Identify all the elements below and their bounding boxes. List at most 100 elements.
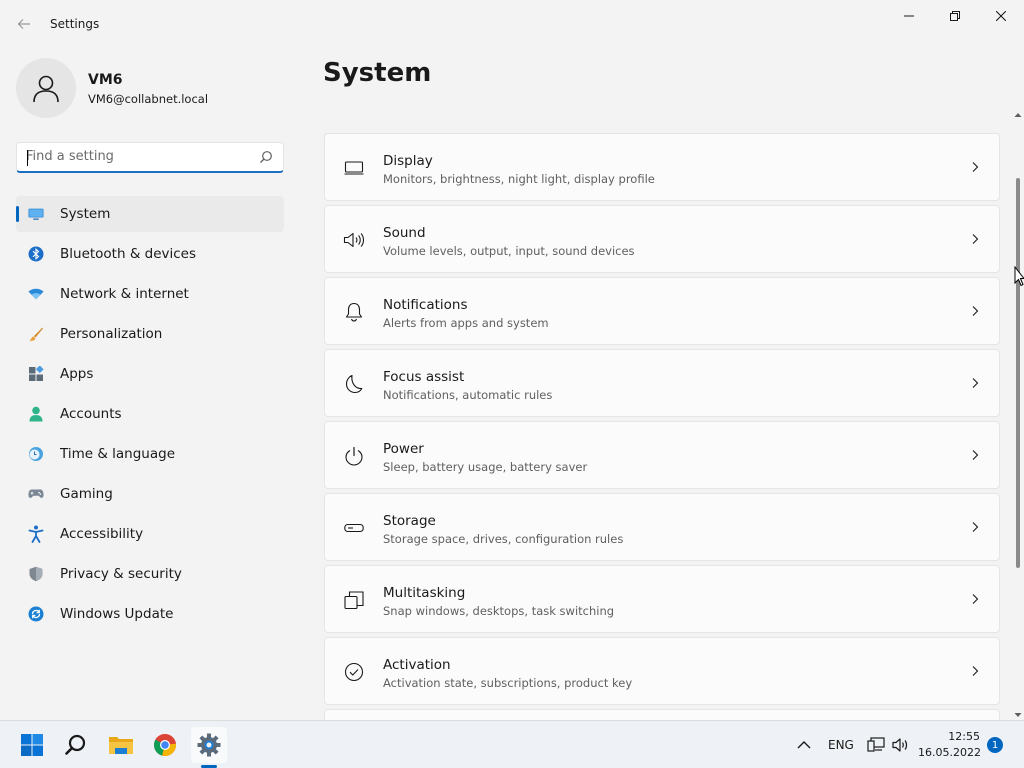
- card-title: Storage: [383, 513, 436, 529]
- minimize-icon: [904, 15, 914, 17]
- sidebar-item-windows-update[interactable]: Windows Update: [16, 596, 284, 632]
- card-subtitle: Notifications, automatic rules: [383, 388, 553, 402]
- network-status-icon[interactable]: [867, 736, 885, 754]
- scroll-down-arrow-icon[interactable]: [1014, 710, 1022, 720]
- sidebar-item-time-language[interactable]: Time & language: [16, 436, 284, 472]
- minimize-button[interactable]: [886, 0, 932, 32]
- back-arrow-icon: [17, 19, 30, 29]
- start-icon: [21, 734, 43, 756]
- chrome-icon: [154, 734, 177, 757]
- chevron-right-icon: [972, 594, 979, 604]
- sidebar-item-apps[interactable]: Apps: [16, 356, 284, 392]
- sidebar-item-network[interactable]: Network & internet: [16, 276, 284, 312]
- chevron-right-icon: [972, 234, 979, 244]
- user-name: VM6: [88, 72, 123, 88]
- windows-update-icon: [28, 606, 44, 622]
- card-activation[interactable]: Activation Activation state, subscriptio…: [324, 637, 1000, 705]
- sidebar-item-label: Network & internet: [60, 286, 189, 302]
- card-subtitle: Alerts from apps and system: [383, 316, 549, 330]
- clock-time[interactable]: 12:55: [918, 730, 980, 743]
- sidebar-item-label: Gaming: [60, 486, 113, 502]
- card-multitasking[interactable]: Multitasking Snap windows, desktops, tas…: [324, 565, 1000, 633]
- card-title: Multitasking: [383, 585, 466, 601]
- close-button[interactable]: [978, 0, 1024, 32]
- title-bar: Settings: [0, 0, 1024, 48]
- card-storage[interactable]: Storage Storage space, drives, configura…: [324, 493, 1000, 561]
- monitor-icon: [343, 157, 365, 179]
- start-button[interactable]: [14, 727, 50, 763]
- vertical-scrollbar[interactable]: [1012, 110, 1024, 720]
- back-button[interactable]: [12, 12, 36, 36]
- accessibility-icon: [28, 525, 44, 543]
- shield-icon: [28, 566, 44, 582]
- card-subtitle: Monitors, brightness, night light, displ…: [383, 172, 655, 186]
- brush-icon: [28, 326, 44, 342]
- card-focus-assist[interactable]: Focus assist Notifications, automatic ru…: [324, 349, 1000, 417]
- time-language-icon: [28, 446, 44, 462]
- settings-card-list: Display Monitors, brightness, night ligh…: [324, 133, 1000, 720]
- avatar[interactable]: [16, 58, 76, 118]
- chevron-up-icon[interactable]: [795, 737, 813, 753]
- chevron-right-icon: [972, 522, 979, 532]
- notification-count-badge[interactable]: 1: [987, 737, 1003, 753]
- language-indicator[interactable]: ENG: [828, 738, 854, 752]
- card-display[interactable]: Display Monitors, brightness, night ligh…: [324, 133, 1000, 201]
- chrome-button[interactable]: [147, 727, 183, 763]
- clock-date[interactable]: 16.05.2022: [918, 746, 981, 759]
- file-explorer-icon: [109, 737, 133, 754]
- sidebar-item-label: System: [60, 206, 111, 222]
- search-icon: [65, 734, 86, 755]
- bluetooth-icon: [28, 246, 44, 262]
- sidebar-item-privacy-security[interactable]: Privacy & security: [16, 556, 284, 592]
- card-title: Focus assist: [383, 369, 465, 385]
- power-icon: [343, 445, 365, 467]
- sidebar-item-accessibility[interactable]: Accessibility: [16, 516, 284, 552]
- maximize-button[interactable]: [932, 0, 978, 32]
- user-email: VM6@collabnet.local: [88, 92, 209, 106]
- multitasking-icon: [343, 589, 365, 611]
- card-partial[interactable]: [324, 709, 1000, 720]
- network-icon: [28, 286, 44, 302]
- sidebar-item-label: Windows Update: [60, 606, 174, 622]
- mouse-pointer-icon: [1014, 266, 1024, 287]
- card-sound[interactable]: Sound Volume levels, output, input, soun…: [324, 205, 1000, 273]
- search-input[interactable]: [26, 149, 246, 164]
- text-caret: [27, 150, 28, 166]
- chevron-right-icon: [972, 378, 979, 388]
- card-subtitle: Activation state, subscriptions, product…: [383, 676, 633, 690]
- card-power[interactable]: Power Sleep, battery usage, battery save…: [324, 421, 1000, 489]
- sidebar-item-label: Accessibility: [60, 526, 144, 542]
- card-subtitle: Sleep, battery usage, battery saver: [383, 460, 588, 474]
- sidebar-item-personalization[interactable]: Personalization: [16, 316, 284, 352]
- chevron-right-icon: [972, 306, 979, 316]
- sidebar-item-label: Time & language: [60, 446, 176, 462]
- chevron-right-icon: [972, 450, 979, 460]
- taskbar-search-button[interactable]: [58, 727, 94, 763]
- sidebar-item-accounts[interactable]: Accounts: [16, 396, 284, 432]
- card-title: Notifications: [383, 297, 468, 313]
- card-subtitle: Storage space, drives, configuration rul…: [383, 532, 624, 546]
- card-notifications[interactable]: Notifications Alerts from apps and syste…: [324, 277, 1000, 345]
- user-icon: [33, 75, 59, 103]
- card-title: Activation: [383, 657, 451, 673]
- settings-app-button[interactable]: [191, 727, 227, 763]
- file-explorer-button[interactable]: [103, 727, 139, 763]
- scroll-thumb[interactable]: [1016, 178, 1020, 568]
- storage-icon: [343, 517, 365, 539]
- sidebar-item-system[interactable]: System: [16, 196, 284, 232]
- sidebar-item-label: Apps: [60, 366, 94, 382]
- card-title: Power: [383, 441, 424, 457]
- settings-gear-icon: [197, 733, 221, 757]
- card-title: Sound: [383, 225, 426, 241]
- accounts-icon: [28, 406, 44, 422]
- sidebar-item-label: Privacy & security: [60, 566, 182, 582]
- bell-icon: [343, 301, 365, 323]
- sidebar-item-label: Personalization: [60, 326, 163, 342]
- sidebar-item-gaming[interactable]: Gaming: [16, 476, 284, 512]
- sidebar-item-bluetooth[interactable]: Bluetooth & devices: [16, 236, 284, 272]
- scroll-up-arrow-icon[interactable]: [1014, 110, 1022, 120]
- search-icon[interactable]: [259, 150, 273, 164]
- volume-icon[interactable]: [892, 736, 910, 754]
- search-box[interactable]: [16, 142, 284, 173]
- sidebar-item-label: Bluetooth & devices: [60, 246, 197, 262]
